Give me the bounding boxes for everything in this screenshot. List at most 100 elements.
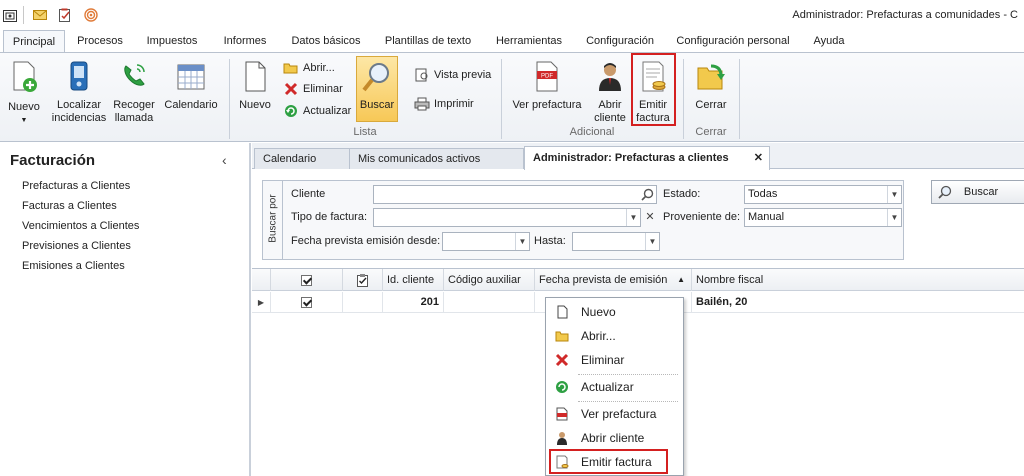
- ribbon-tab-bar: Principal Procesos Impuestos Informes Da…: [0, 30, 1024, 53]
- title-bar: Administrador: Prefacturas a comunidades…: [0, 0, 1024, 30]
- close-icon[interactable]: ✕: [754, 147, 763, 169]
- nav-item-vencimientos[interactable]: Vencimientos a Clientes: [22, 220, 139, 232]
- tab-configuracion[interactable]: Configuración: [581, 30, 659, 52]
- chevron-down-icon: ▼: [645, 233, 659, 250]
- nombre-fiscal-header[interactable]: Nombre fiscal: [692, 269, 1024, 291]
- search-icon[interactable]: [641, 188, 654, 201]
- estado-label: Estado:: [663, 188, 701, 200]
- broadcast-icon[interactable]: [84, 8, 98, 22]
- tab-configuracion-personal[interactable]: Configuración personal: [672, 30, 794, 52]
- row-checkbox[interactable]: [271, 292, 343, 313]
- ctx-abrir[interactable]: Abrir...: [547, 325, 683, 347]
- ctx-actualizar[interactable]: Actualizar: [547, 376, 683, 398]
- ctx-eliminar[interactable]: Eliminar: [547, 349, 683, 371]
- nuevo-button[interactable]: Nuevo: [238, 57, 272, 121]
- row-pointer-icon: ▶: [252, 292, 271, 313]
- nav-item-facturas[interactable]: Facturas a Clientes: [22, 200, 117, 212]
- checkbox-icon: [301, 296, 312, 308]
- tab-herramientas[interactable]: Herramientas: [490, 30, 568, 52]
- tab-principal[interactable]: Principal: [3, 30, 65, 53]
- tab-informes[interactable]: Informes: [218, 30, 272, 52]
- cliente-field[interactable]: [373, 185, 657, 204]
- cliente-label: Cliente: [291, 188, 326, 200]
- doc-tab-comunicados[interactable]: Mis comunicados activos: [349, 148, 524, 169]
- buscar-button[interactable]: Buscar: [931, 180, 1024, 204]
- row-id-cliente: 201: [383, 292, 444, 313]
- tipo-factura-label: Tipo de factura:: [291, 211, 368, 223]
- checkbox-icon: [301, 274, 312, 286]
- calendario-button[interactable]: Calendario: [164, 57, 218, 121]
- ctx-nuevo[interactable]: Nuevo: [547, 301, 683, 323]
- blank-document-icon: [245, 61, 266, 92]
- clear-icon[interactable]: ✕: [643, 209, 657, 226]
- nav-item-previsiones[interactable]: Previsiones a Clientes: [22, 240, 131, 252]
- localizar-incidencias-button[interactable]: Localizar incidencias: [52, 57, 106, 124]
- ctx-abrir-cliente[interactable]: Abrir cliente: [547, 427, 683, 449]
- magnifier-icon: [362, 63, 389, 92]
- actualizar-button[interactable]: Actualizar: [283, 102, 351, 120]
- nav-item-emisiones[interactable]: Emisiones a Clientes: [22, 260, 125, 272]
- recoger-llamada-button[interactable]: Recoger llamada: [113, 57, 155, 124]
- app-icon[interactable]: [3, 8, 17, 22]
- abrir-button[interactable]: Abrir...: [283, 59, 335, 77]
- ribbon: Nuevo ▼ Localizar incidencias Recoger ll…: [0, 52, 1024, 142]
- tab-plantillas[interactable]: Plantillas de texto: [380, 30, 476, 52]
- doc-tab-label: Administrador: Prefacturas a clientes: [533, 152, 729, 164]
- codigo-auxiliar-header[interactable]: Código auxiliar: [444, 269, 535, 291]
- ver-prefactura-button[interactable]: PDF Ver prefactura: [510, 57, 584, 121]
- nav-item-prefacturas[interactable]: Prefacturas a Clientes: [22, 180, 130, 192]
- sort-ascending-icon: ▲: [677, 275, 685, 284]
- buscar-ribbon-button[interactable]: Buscar: [356, 56, 398, 122]
- fecha-desde-field[interactable]: ▼: [442, 232, 530, 251]
- pdf-icon: PDF: [536, 61, 558, 92]
- eliminar-button[interactable]: Eliminar: [283, 80, 343, 98]
- delete-x-icon: [555, 353, 569, 367]
- group-label-lista: Lista: [353, 126, 377, 138]
- doc-tab-calendario[interactable]: Calendario: [254, 148, 350, 169]
- collapse-chevron-icon[interactable]: ‹: [222, 152, 227, 168]
- chevron-down-icon: ▼: [20, 117, 28, 124]
- imprimir-button[interactable]: Imprimir: [414, 95, 474, 113]
- proveniente-select[interactable]: Manual ▼: [744, 208, 902, 227]
- nav-splitter[interactable]: [249, 143, 251, 476]
- ctx-ver-prefactura[interactable]: Ver prefactura: [547, 403, 683, 425]
- estado-select[interactable]: Todas ▼: [744, 185, 902, 204]
- delete-x-icon: [284, 83, 298, 96]
- select-all-checkbox[interactable]: [271, 269, 343, 291]
- emitir-factura-highlight: [631, 53, 676, 126]
- tab-procesos[interactable]: Procesos: [72, 30, 128, 52]
- chevron-down-icon: ▼: [887, 186, 901, 203]
- id-cliente-header[interactable]: Id. cliente: [383, 269, 444, 291]
- refresh-icon: [285, 105, 297, 118]
- search-panel: Buscar por Cliente Tipo de factura: ▼ ✕ …: [262, 180, 904, 260]
- phone-book-icon: [70, 61, 88, 91]
- folder-open-icon: [555, 331, 569, 342]
- tab-impuestos[interactable]: Impuestos: [142, 30, 202, 52]
- ctx-separator: [578, 374, 678, 375]
- grid-header: Id. cliente Código auxiliar Fecha previs…: [252, 269, 1024, 291]
- doc-tab-prefacturas[interactable]: Administrador: Prefacturas a clientes ✕: [524, 146, 770, 170]
- blank-document-icon: [557, 305, 568, 319]
- fecha-prevista-header[interactable]: Fecha prevista de emisión ▲: [535, 269, 692, 291]
- fecha-hasta-field[interactable]: ▼: [572, 232, 660, 251]
- chevron-down-icon: ▼: [626, 209, 640, 226]
- row-tasks-cell: [343, 292, 383, 313]
- group-label-adicional: Adicional: [569, 126, 615, 138]
- tasks-icon[interactable]: [58, 8, 72, 22]
- close-folder-icon: [697, 64, 725, 90]
- refresh-icon: [556, 381, 568, 393]
- row-nombre-fiscal: Bailén, 20: [696, 296, 748, 308]
- tipo-factura-select[interactable]: ▼: [373, 208, 641, 227]
- calendar-icon: [177, 64, 205, 90]
- mail-icon[interactable]: [33, 8, 47, 22]
- search-icon: [938, 185, 952, 199]
- tab-datos-basicos[interactable]: Datos básicos: [286, 30, 366, 52]
- nuevo-menu-button[interactable]: Nuevo ▼: [6, 57, 42, 124]
- tasks-column-header[interactable]: [343, 269, 383, 291]
- phone-icon: [124, 64, 145, 86]
- row-codigo-auxiliar: [444, 292, 535, 313]
- context-menu: Nuevo Abrir... Eliminar Actualizar Ver p…: [545, 297, 684, 476]
- cerrar-button[interactable]: Cerrar: [692, 57, 730, 121]
- vista-previa-button[interactable]: Vista previa: [414, 66, 491, 84]
- tab-ayuda[interactable]: Ayuda: [808, 30, 850, 52]
